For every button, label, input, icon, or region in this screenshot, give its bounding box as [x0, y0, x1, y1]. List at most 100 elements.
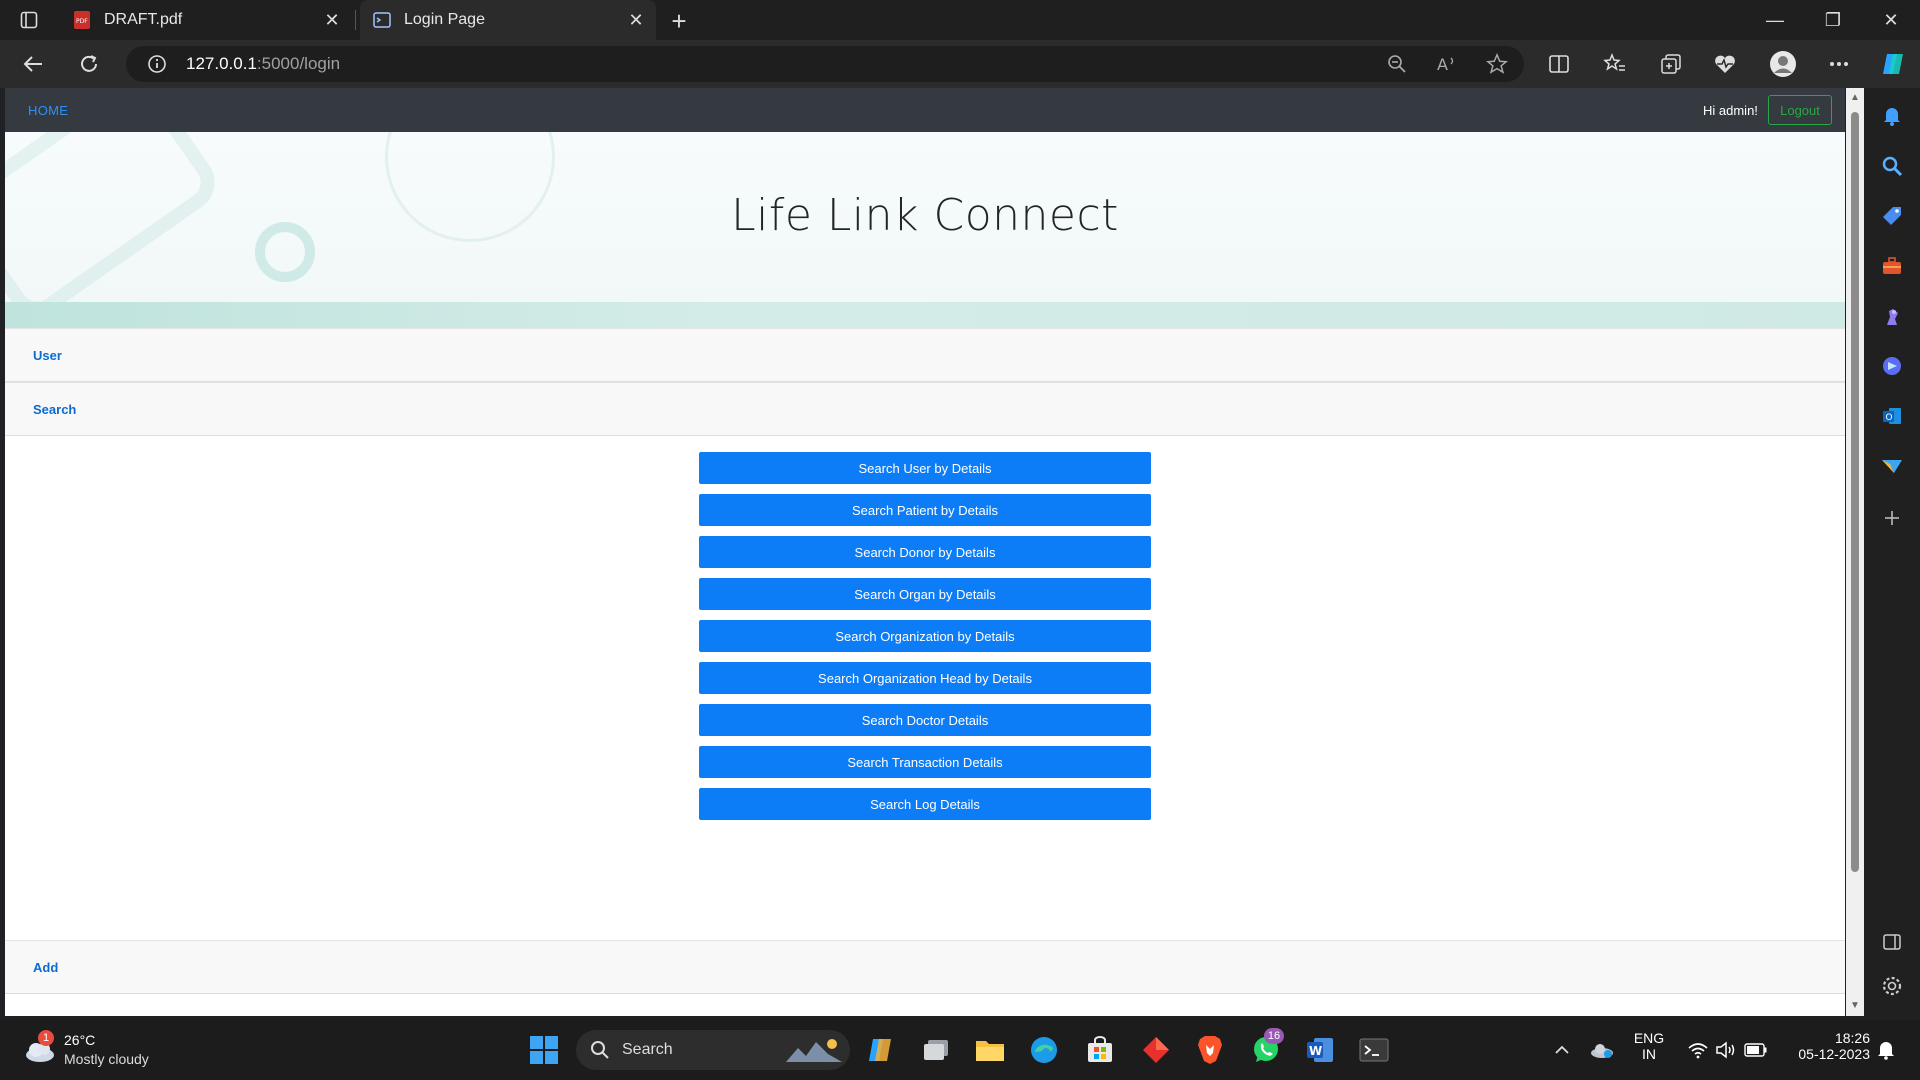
page-title: Life Link Connect	[731, 190, 1119, 241]
search-organization-button[interactable]: Search Organization by Details	[699, 620, 1151, 652]
windows-start-icon[interactable]	[528, 1034, 560, 1066]
search-log-button[interactable]: Search Log Details	[699, 788, 1151, 820]
clock-time: 18:26	[1834, 1030, 1870, 1046]
weather-temp: 26°C	[64, 1032, 96, 1048]
search-sidebar-icon[interactable]	[1880, 154, 1904, 178]
games-icon[interactable]	[1880, 304, 1904, 328]
restore-icon[interactable]: ❐	[1808, 0, 1858, 40]
back-arrow-icon[interactable]	[16, 48, 50, 80]
tab-draft-pdf[interactable]: PDF DRAFT.pdf ✕	[60, 0, 352, 40]
hero-band	[5, 302, 1845, 328]
notification-bell-icon[interactable]	[1880, 104, 1904, 128]
collections-icon[interactable]	[1654, 48, 1688, 80]
search-donor-button[interactable]: Search Donor by Details	[699, 536, 1151, 568]
task-view-icon[interactable]	[920, 1034, 952, 1066]
user-greeting: Hi admin!	[1703, 103, 1758, 118]
logout-button[interactable]: Logout	[1768, 95, 1832, 125]
search-patient-button[interactable]: Search Patient by Details	[699, 494, 1151, 526]
battery-icon[interactable]	[1740, 1034, 1772, 1066]
site-navbar: HOME Hi admin! Logout	[5, 88, 1845, 132]
word-icon[interactable]: W	[1304, 1034, 1336, 1066]
scroll-up-icon[interactable]: ▲	[1850, 92, 1860, 103]
tab-title: Login Page	[404, 11, 485, 28]
scroll-down-icon[interactable]: ▼	[1850, 1000, 1860, 1011]
zoom-out-icon[interactable]	[1384, 51, 1410, 77]
scrollbar-thumb[interactable]	[1851, 112, 1859, 872]
svg-text:A: A	[1437, 55, 1448, 73]
close-tab-icon[interactable]: ✕	[626, 10, 646, 30]
split-screen-icon[interactable]	[1542, 48, 1576, 80]
site-info-icon[interactable]	[144, 51, 170, 77]
drop-send-icon[interactable]	[1880, 454, 1904, 478]
microsoft-store-icon[interactable]	[1084, 1034, 1116, 1066]
search-transaction-button[interactable]: Search Transaction Details	[699, 746, 1151, 778]
url-text[interactable]: 127.0.0.1:5000/login	[186, 54, 340, 74]
search-doctor-button[interactable]: Search Doctor Details	[699, 704, 1151, 736]
home-link[interactable]: HOME	[28, 103, 68, 118]
copilot-taskbar-icon[interactable]	[864, 1034, 896, 1066]
lang-line2: IN	[1642, 1046, 1656, 1062]
pdf-icon: PDF	[72, 10, 92, 30]
search-organization-head-button[interactable]: Search Organization Head by Details	[699, 662, 1151, 694]
shopping-tag-icon[interactable]	[1880, 204, 1904, 228]
search-panel: Search User by Details Search Patient by…	[5, 436, 1845, 940]
onedrive-icon[interactable]	[1586, 1034, 1618, 1066]
profile-avatar-icon[interactable]	[1766, 48, 1800, 80]
notification-center-icon[interactable]	[1870, 1034, 1902, 1066]
volume-icon[interactable]	[1710, 1034, 1742, 1066]
search-icon	[591, 1041, 609, 1059]
clock[interactable]: 18:26 05-12-2023	[1780, 1030, 1870, 1062]
close-window-icon[interactable]: ✕	[1866, 0, 1916, 40]
svg-text:PDF: PDF	[76, 18, 88, 25]
search-organ-button[interactable]: Search Organ by Details	[699, 578, 1151, 610]
weather-condition: Mostly cloudy	[64, 1051, 149, 1067]
terminal-icon[interactable]	[1358, 1034, 1390, 1066]
language-indicator[interactable]: ENG IN	[1626, 1030, 1672, 1062]
weather-alert-badge: 1	[38, 1030, 54, 1046]
accordion-user-label[interactable]: User	[33, 348, 62, 363]
accordion-add-label[interactable]: Add	[33, 960, 58, 975]
browser-toolbar: 127.0.0.1:5000/login A	[0, 40, 1920, 88]
brave-browser-icon[interactable]	[1194, 1034, 1226, 1066]
minimize-icon[interactable]: —	[1750, 0, 1800, 40]
search-user-button[interactable]: Search User by Details	[699, 452, 1151, 484]
browser-tab-strip: PDF DRAFT.pdf ✕ Login Page ✕ + — ❐ ✕	[0, 0, 1920, 40]
accordion-user-header[interactable]: User	[5, 328, 1845, 382]
accordion-search-label[interactable]: Search	[33, 402, 76, 417]
tools-briefcase-icon[interactable]	[1880, 254, 1904, 278]
favorites-icon[interactable]	[1598, 48, 1632, 80]
web-page: HOME Hi admin! Logout Life Link Connect …	[5, 88, 1845, 1016]
browser-essentials-icon[interactable]	[1708, 48, 1742, 80]
lang-line1: ENG	[1633, 1030, 1665, 1046]
taskbar-search-box[interactable]: Search	[576, 1030, 850, 1070]
edge-browser-icon[interactable]	[1028, 1034, 1060, 1066]
edge-sidebar: O	[1864, 88, 1920, 1018]
settings-gear-icon[interactable]	[1880, 974, 1904, 998]
red-diamond-app-icon[interactable]	[1140, 1034, 1172, 1066]
close-tab-icon[interactable]: ✕	[322, 10, 342, 30]
more-options-icon[interactable]	[1822, 48, 1856, 80]
tab-actions-icon[interactable]	[14, 8, 44, 32]
clock-date: 05-12-2023	[1798, 1046, 1870, 1062]
hero-banner: Life Link Connect	[5, 132, 1845, 328]
accordion-search-header[interactable]: Search	[5, 382, 1845, 436]
address-bar[interactable]: 127.0.0.1:5000/login A	[126, 46, 1524, 82]
read-aloud-icon[interactable]: A	[1434, 51, 1460, 77]
url-host: 127.0.0.1	[186, 54, 257, 73]
tab-login-page[interactable]: Login Page ✕	[360, 0, 656, 40]
outlook-icon[interactable]: O	[1880, 404, 1904, 428]
svg-text:O: O	[1886, 413, 1893, 423]
show-hidden-icons-chevron-icon[interactable]	[1546, 1034, 1578, 1066]
new-tab-icon[interactable]: +	[664, 6, 694, 36]
favorite-star-icon[interactable]	[1484, 51, 1510, 77]
page-scrollbar[interactable]: ▲ ▼	[1846, 88, 1864, 1016]
refresh-icon[interactable]	[72, 48, 106, 80]
add-sidebar-app-icon[interactable]	[1880, 506, 1904, 530]
file-explorer-icon[interactable]	[974, 1034, 1006, 1066]
accordion-add-header[interactable]: Add	[5, 940, 1845, 994]
whatsapp-unread-badge: 16	[1264, 1028, 1284, 1044]
microsoft-365-icon[interactable]	[1880, 354, 1904, 378]
copilot-icon[interactable]	[1876, 48, 1910, 80]
weather-widget[interactable]: 1 26°C Mostly cloudy	[20, 1030, 180, 1070]
hide-sidebar-icon[interactable]	[1880, 930, 1904, 954]
